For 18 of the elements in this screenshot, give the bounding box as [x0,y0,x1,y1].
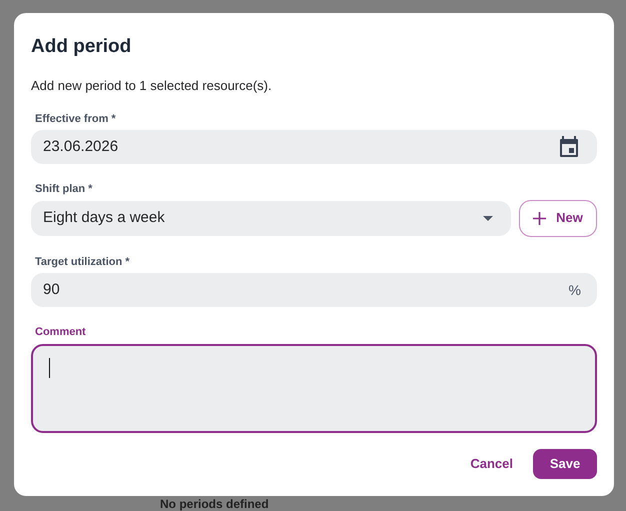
field-label: Effective from * [35,112,117,126]
dialog-title: Add period [31,35,132,59]
dialog-description: Add new period to 1 selected resource(s). [31,77,273,95]
caret-icon [483,216,493,220]
shift-plan-select[interactable]: Eight days a week [31,200,511,236]
date-field[interactable]: 23.06.2026 [31,130,597,164]
comment-field[interactable] [31,344,597,432]
field-label: Comment [35,325,87,340]
field-label: Shift plan * [35,182,94,197]
calendar-icon[interactable] [559,136,579,158]
field-label: Target utilization * [35,254,131,270]
utilization-field[interactable]: 90 % [31,273,597,307]
empty-message: No periods defined [160,497,269,511]
new-button[interactable]: New [519,200,597,236]
plus-icon [533,212,546,224]
text-cursor [49,358,50,378]
save-button[interactable]: Save [533,448,597,478]
cancel-button[interactable]: Cancel [470,448,513,478]
